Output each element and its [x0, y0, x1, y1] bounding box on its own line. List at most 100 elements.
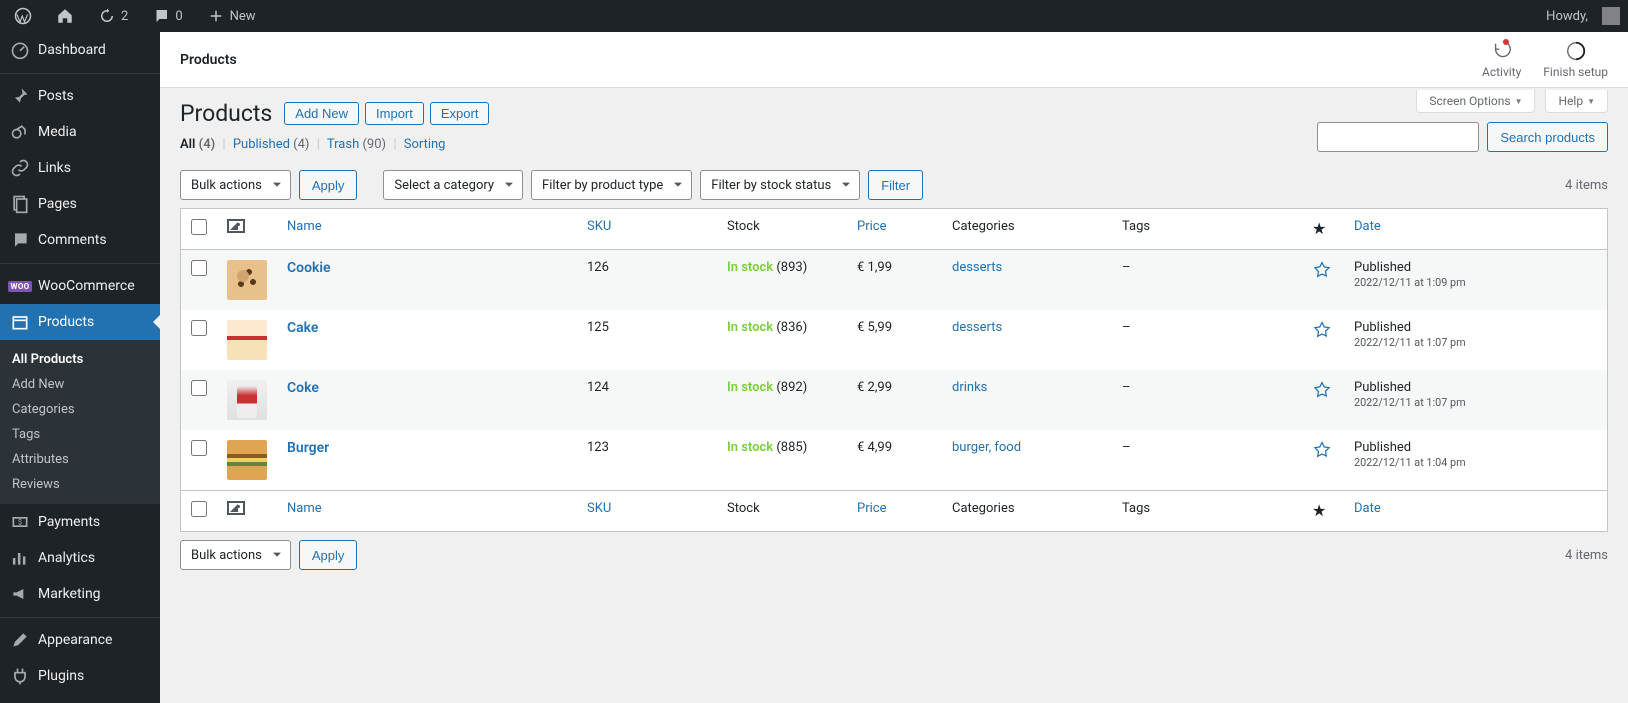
search-button[interactable]: Search products	[1487, 122, 1608, 152]
bulk-apply-button-bottom[interactable]: Apply	[299, 540, 358, 570]
home-icon[interactable]	[50, 7, 80, 25]
menu-payments[interactable]: $Payments	[0, 504, 160, 540]
bulk-actions-select[interactable]: Bulk actions	[180, 170, 291, 200]
comments-count[interactable]: 0	[146, 7, 188, 25]
product-thumbnail[interactable]	[227, 320, 267, 360]
link-icon	[10, 158, 30, 178]
heading-row: Products Add New Import Export	[180, 100, 1416, 127]
sku-cell: 126	[577, 250, 717, 310]
row-checkbox[interactable]	[191, 440, 207, 456]
select-all-checkbox-bottom[interactable]	[191, 501, 207, 517]
bulk-actions-select-bottom[interactable]: Bulk actions	[180, 540, 291, 570]
submenu-attributes[interactable]: Attributes	[0, 447, 160, 472]
row-checkbox[interactable]	[191, 320, 207, 336]
filter-sorting[interactable]: Sorting	[404, 137, 446, 152]
howdy-user[interactable]: Howdy,	[1540, 9, 1594, 24]
star-outline-icon[interactable]	[1312, 260, 1332, 280]
select-all-checkbox[interactable]	[191, 219, 207, 235]
screen-options-tab[interactable]: Screen Options	[1416, 90, 1535, 113]
category-link[interactable]: desserts	[952, 320, 1002, 335]
col-tags: Tags	[1112, 209, 1302, 250]
wp-logo-icon[interactable]	[8, 7, 38, 25]
product-name-link[interactable]: Coke	[287, 380, 319, 396]
activity-button[interactable]: Activity	[1482, 40, 1521, 79]
col-name[interactable]: Name	[277, 209, 577, 250]
stock-cell: In stock (892)	[717, 370, 847, 430]
plugins-icon	[10, 666, 30, 686]
tags-cell: –	[1112, 310, 1302, 370]
add-new-button[interactable]: Add New	[284, 102, 359, 125]
col-tags: Tags	[1112, 490, 1302, 531]
col-sku[interactable]: SKU	[577, 490, 717, 531]
admin-sidemenu: Dashboard Posts Media Links Pages Commen…	[0, 32, 160, 703]
table-row: Burger 123 In stock (885) € 4,99 burger,…	[181, 430, 1607, 490]
categories-cell: desserts	[942, 310, 1112, 370]
star-outline-icon[interactable]	[1312, 380, 1332, 400]
export-button[interactable]: Export	[430, 102, 490, 125]
menu-posts[interactable]: Posts	[0, 73, 160, 114]
product-name-link[interactable]: Burger	[287, 440, 329, 456]
category-link[interactable]: burger, food	[952, 440, 1021, 455]
col-price[interactable]: Price	[847, 490, 942, 531]
filter-trash[interactable]: Trash (90)	[327, 137, 386, 152]
row-checkbox[interactable]	[191, 380, 207, 396]
product-type-filter-select[interactable]: Filter by product type	[531, 170, 692, 200]
date-cell: Published2022/12/11 at 1:07 pm	[1344, 370, 1607, 430]
menu-appearance[interactable]: Appearance	[0, 617, 160, 658]
finish-setup-button[interactable]: Finish setup	[1543, 40, 1608, 79]
date-cell: Published2022/12/11 at 1:04 pm	[1344, 430, 1607, 490]
tablenav-top: Bulk actions Apply Select a category Fil…	[180, 162, 1608, 208]
submenu-reviews[interactable]: Reviews	[0, 472, 160, 497]
product-thumbnail[interactable]	[227, 440, 267, 480]
menu-analytics[interactable]: Analytics	[0, 540, 160, 576]
product-thumbnail[interactable]	[227, 260, 267, 300]
woo-top-bar: Products Activity Finish setup	[160, 32, 1628, 88]
col-date[interactable]: Date	[1344, 490, 1607, 531]
sku-cell: 125	[577, 310, 717, 370]
menu-marketing[interactable]: Marketing	[0, 576, 160, 612]
product-thumbnail[interactable]	[227, 380, 267, 420]
col-date[interactable]: Date	[1344, 209, 1607, 250]
bulk-apply-button[interactable]: Apply	[299, 170, 358, 200]
menu-pages[interactable]: Pages	[0, 186, 160, 222]
menu-links[interactable]: Links	[0, 150, 160, 186]
star-outline-icon[interactable]	[1312, 320, 1332, 340]
filter-all[interactable]: All (4)	[180, 137, 215, 152]
help-tab[interactable]: Help	[1545, 90, 1608, 113]
col-stock: Stock	[717, 209, 847, 250]
submenu-add-new[interactable]: Add New	[0, 372, 160, 397]
product-name-link[interactable]: Cookie	[287, 260, 331, 276]
activity-icon	[1491, 40, 1513, 65]
dashboard-icon	[10, 40, 30, 60]
submenu-tags[interactable]: Tags	[0, 422, 160, 447]
avatar[interactable]	[1602, 7, 1620, 25]
menu-dashboard[interactable]: Dashboard	[0, 32, 160, 68]
filter-button[interactable]: Filter	[868, 170, 923, 200]
category-link[interactable]: drinks	[952, 380, 987, 395]
table-row: Cake 125 In stock (836) € 5,99 desserts …	[181, 310, 1607, 370]
stock-status-filter-select[interactable]: Filter by stock status	[700, 170, 860, 200]
star-outline-icon[interactable]	[1312, 440, 1332, 460]
col-price[interactable]: Price	[847, 209, 942, 250]
menu-plugins[interactable]: Plugins	[0, 658, 160, 694]
product-name-link[interactable]: Cake	[287, 320, 318, 336]
submenu-all-products[interactable]: All Products	[0, 347, 160, 372]
search-input[interactable]	[1317, 122, 1479, 152]
menu-products[interactable]: Products	[0, 304, 160, 340]
menu-woocommerce[interactable]: WOOWooCommerce	[0, 263, 160, 304]
updates-count[interactable]: 2	[92, 7, 134, 25]
col-sku[interactable]: SKU	[577, 209, 717, 250]
col-name[interactable]: Name	[277, 490, 577, 531]
category-link[interactable]: desserts	[952, 260, 1002, 275]
sku-cell: 123	[577, 430, 717, 490]
pin-icon	[10, 86, 30, 106]
content-area: Products Activity Finish setup Screen Op…	[160, 32, 1628, 590]
row-checkbox[interactable]	[191, 260, 207, 276]
filter-published[interactable]: Published (4)	[233, 137, 310, 152]
menu-media[interactable]: Media	[0, 114, 160, 150]
new-button[interactable]: New	[201, 7, 262, 25]
menu-comments[interactable]: Comments	[0, 222, 160, 258]
submenu-categories[interactable]: Categories	[0, 397, 160, 422]
import-button[interactable]: Import	[365, 102, 424, 125]
category-filter-select[interactable]: Select a category	[383, 170, 523, 200]
